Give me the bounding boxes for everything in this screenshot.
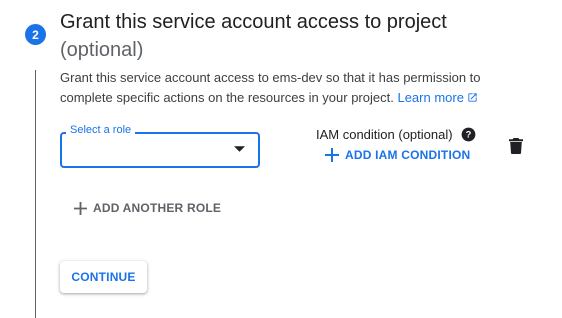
step-description: Grant this service account access to ems… — [60, 68, 500, 108]
iam-condition-label-row: IAM condition (optional) ? — [316, 127, 476, 142]
help-icon[interactable]: ? — [461, 127, 476, 142]
add-another-role-button[interactable]: ADD ANOTHER ROLE — [74, 201, 221, 215]
step-title-text: Grant this service account access to pro… — [60, 11, 447, 33]
plus-icon — [74, 201, 87, 215]
svg-text:?: ? — [465, 130, 471, 140]
learn-more-label: Learn more — [397, 90, 464, 105]
continue-label: CONTINUE — [71, 270, 136, 284]
learn-more-link[interactable]: Learn more — [397, 90, 477, 105]
role-select-label: Select a role — [66, 124, 136, 136]
add-another-role-label: ADD ANOTHER ROLE — [93, 201, 222, 215]
dropdown-caret-icon[interactable] — [234, 146, 245, 152]
step-number-badge: 2 — [25, 24, 46, 45]
step-title-optional: (optional) — [60, 39, 144, 61]
role-select[interactable] — [60, 132, 260, 168]
trash-icon[interactable] — [509, 138, 523, 154]
step-connector-line — [35, 70, 36, 318]
step-title: Grant this service account access to pro… — [60, 8, 447, 64]
external-link-icon — [468, 93, 477, 102]
add-iam-condition-button[interactable]: ADD IAM CONDITION — [325, 148, 470, 162]
plus-icon — [325, 148, 339, 162]
add-iam-condition-label: ADD IAM CONDITION — [345, 148, 471, 162]
iam-condition-label: IAM condition (optional) — [316, 127, 453, 142]
continue-button[interactable]: CONTINUE — [60, 261, 147, 293]
